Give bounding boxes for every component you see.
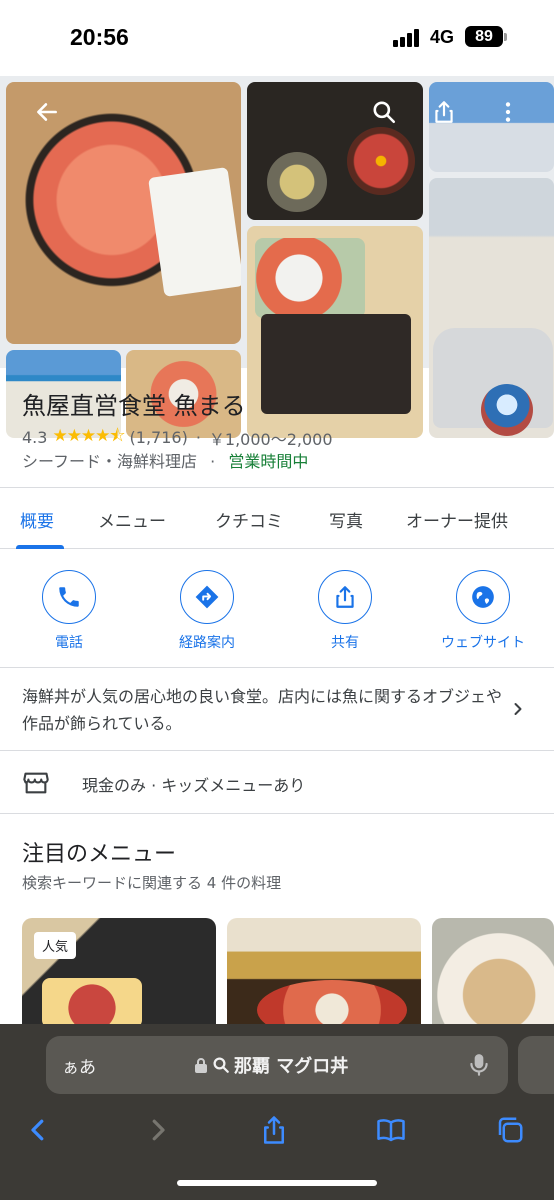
call-label: 電話: [55, 635, 83, 651]
search-icon: [213, 1057, 229, 1073]
price-range: ￥1,000〜2,000: [208, 429, 333, 449]
share-button[interactable]: [256, 1112, 292, 1148]
share-icon: [264, 1116, 284, 1144]
chevron-right-icon: [514, 703, 522, 715]
separator: ·: [195, 428, 201, 447]
menu-section-title: 注目のメニュー: [22, 842, 177, 867]
photo-gallery[interactable]: [0, 76, 554, 438]
home-indicator: [177, 1180, 377, 1186]
bookmarks-button[interactable]: [373, 1112, 409, 1148]
tab-indicator: [16, 545, 64, 549]
tabs-icon: [498, 1117, 523, 1143]
storefront-icon: [23, 772, 49, 794]
tab-reviews[interactable]: クチコミ: [215, 507, 283, 532]
tab-owner[interactable]: オーナー提供: [406, 507, 508, 532]
share-icon: [318, 570, 372, 624]
tab-menu[interactable]: メニュー: [98, 507, 166, 532]
share-label: 共有: [331, 635, 359, 651]
website-label: ウェブサイト: [441, 635, 525, 651]
tabs-button[interactable]: [492, 1112, 528, 1148]
status-bar: 20:56 4G 89: [0, 0, 554, 76]
separator: ·: [210, 452, 216, 471]
directions-button[interactable]: 経路案内: [152, 570, 262, 652]
forward-button[interactable]: [140, 1112, 176, 1148]
category-row: シーフード・海鮮料理店 · 営業時間中: [22, 448, 308, 472]
globe-icon: [456, 570, 510, 624]
menu-card[interactable]: [432, 918, 554, 1028]
call-button[interactable]: 電話: [14, 570, 124, 652]
status-time: 20:56: [70, 24, 129, 50]
back-button[interactable]: [20, 1112, 56, 1148]
category: シーフード・海鮮料理店: [22, 452, 198, 471]
chevron-right-icon: [152, 1119, 165, 1141]
share-icon[interactable]: [424, 92, 464, 132]
address-bar[interactable]: ぁあ 那覇 マグロ丼: [46, 1036, 508, 1094]
microphone-icon[interactable]: [466, 1052, 492, 1078]
amenities-text: 現金のみ · キッズメニューあり: [82, 776, 306, 795]
battery-tip: [504, 33, 507, 41]
place-title: 魚屋直営食堂 魚まる: [22, 392, 246, 420]
battery-icon: 89: [465, 26, 503, 47]
back-arrow-icon[interactable]: [27, 92, 67, 132]
amenities-row[interactable]: 現金のみ · キッズメニューあり: [0, 752, 554, 814]
network-type: 4G: [430, 27, 455, 47]
search-icon[interactable]: [364, 92, 404, 132]
lock-icon: [195, 1058, 207, 1073]
popular-badge: 人気: [34, 932, 77, 959]
book-icon: [377, 1119, 405, 1142]
tab-bar: 概要 メニュー クチコミ 写真 オーナー提供: [0, 487, 554, 549]
address-content[interactable]: 那覇 マグロ丼: [194, 1052, 348, 1078]
rating-value: 4.3: [22, 428, 48, 447]
place-avatar[interactable]: [481, 384, 533, 436]
share-button[interactable]: 共有: [290, 570, 400, 652]
menu-card[interactable]: 人気: [22, 918, 216, 1028]
next-tab-preview[interactable]: [518, 1036, 554, 1094]
tab-photos[interactable]: 写真: [329, 507, 363, 532]
phone-icon: [42, 570, 96, 624]
review-count[interactable]: (1,716): [130, 428, 188, 447]
signal-icon: [393, 29, 423, 47]
more-vert-icon[interactable]: [488, 92, 528, 132]
reader-aa-button[interactable]: ぁあ: [62, 1053, 96, 1078]
action-row: 電話 経路案内 共有 ウェブサイト: [0, 550, 554, 668]
tab-overview[interactable]: 概要: [20, 507, 54, 532]
address-query: 那覇 マグロ丼: [234, 1056, 349, 1077]
menu-section-subtitle: 検索キーワードに関連する 4 件の料理: [22, 874, 282, 892]
directions-label: 経路案内: [179, 635, 235, 651]
website-button[interactable]: ウェブサイト: [428, 570, 538, 652]
directions-icon: [180, 570, 234, 624]
description-text: 海鮮丼が人気の居心地の良い食堂。店内には魚に関するオブジェや作品が飾られている。: [22, 687, 503, 733]
chevron-left-icon: [31, 1119, 44, 1141]
menu-card[interactable]: [227, 918, 421, 1028]
photo-6[interactable]: [247, 226, 423, 438]
browser-toolbar: ぁあ 那覇 マグロ丼: [0, 1024, 554, 1200]
description-row[interactable]: 海鮮丼が人気の居心地の良い食堂。店内には魚に関するオブジェや作品が飾られている。: [0, 669, 554, 751]
open-status: 営業時間中: [228, 452, 309, 471]
